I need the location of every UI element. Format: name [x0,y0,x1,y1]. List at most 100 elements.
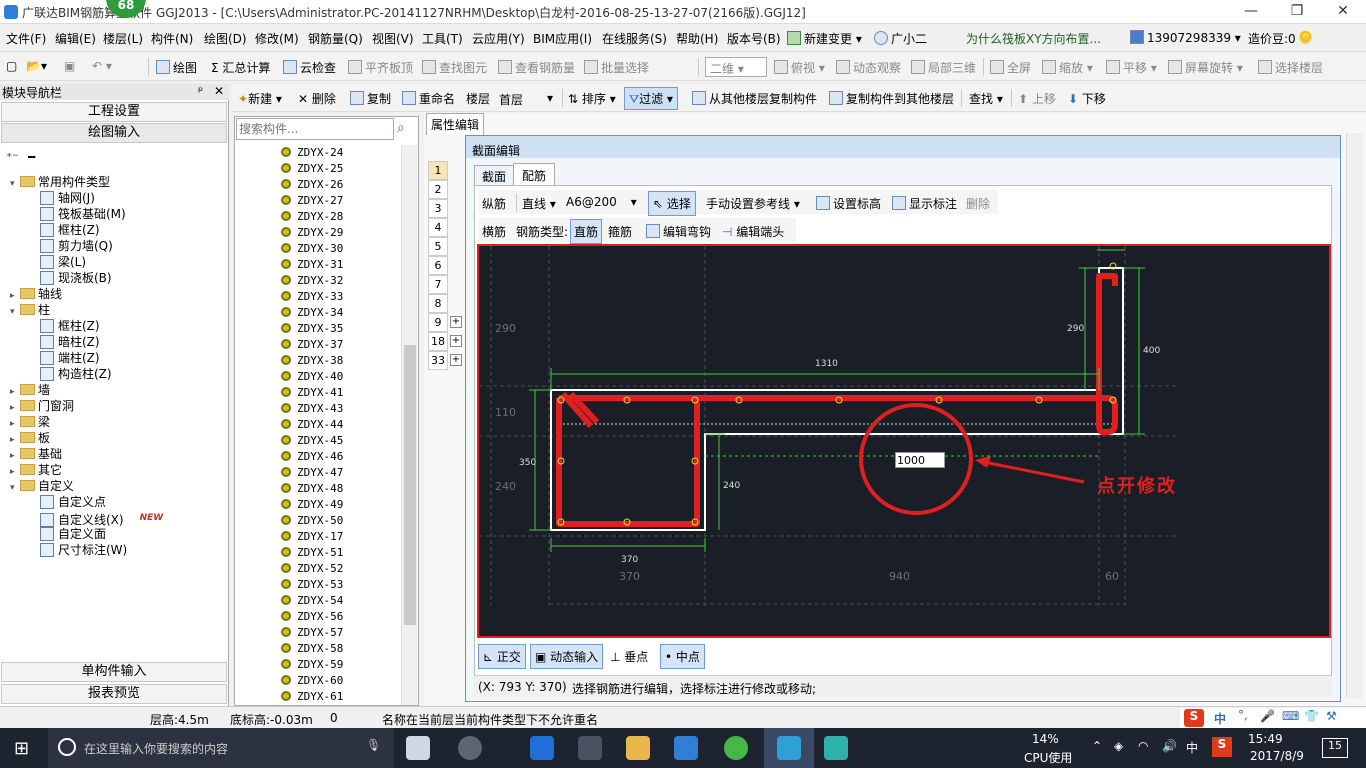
view-rebar-button[interactable]: 查看钢筋量 [498,59,575,76]
new-change-button[interactable]: 新建变更 ▾ [787,30,862,47]
search-icon[interactable]: ⌕ [397,120,405,136]
expand-toggle-icon[interactable]: ▾ [10,480,20,496]
taskbar-search[interactable]: 在这里输入你要搜索的内容 🎙 [48,728,394,768]
tree-item[interactable]: 剪力墙(Q) [6,238,226,254]
list-item[interactable]: ZDYX-40 [281,369,343,385]
sogou-icon[interactable]: S [1184,709,1204,727]
property-row-number[interactable]: 3 [428,199,448,218]
ime-lang[interactable]: 中 [1214,710,1226,727]
rebar-path[interactable] [556,273,1118,527]
list-item[interactable]: ZDYX-49 [281,497,343,513]
menu-edit[interactable]: 编辑(E) [55,30,96,47]
tab-property-edit[interactable]: 属性编辑 [426,113,485,135]
tree-item[interactable]: ▸ 墙 [6,382,226,398]
property-row-number[interactable]: 33 [428,351,448,370]
price-bean[interactable]: 造价豆:0 [1248,30,1296,47]
zoom-button[interactable]: 缩放 ▾ [1042,59,1093,76]
stirrup-button[interactable]: 箍筋 [608,223,632,240]
tree-item[interactable]: 框柱(Z) [6,318,226,334]
tree-item[interactable]: 轴网(J) [6,190,226,206]
tree-item[interactable]: ▸ 门窗洞 [6,398,226,414]
report-preview-button[interactable]: 报表预览 [1,684,227,704]
tree-item[interactable]: ▸ 基础 [6,446,226,462]
new-file-icon[interactable]: ▢ [6,59,17,73]
menu-file[interactable]: 文件(F) [6,30,46,47]
list-item[interactable]: ZDYX-46 [281,449,343,465]
property-row-number[interactable]: 8 [428,294,448,313]
set-elevation-button[interactable]: 设置标高 [816,195,881,212]
move-down-button[interactable]: ⬇ 下移 [1068,90,1106,107]
list-item[interactable]: ZDYX-53 [281,577,343,593]
menu-tools[interactable]: 工具(T) [422,30,463,47]
move-up-button[interactable]: ⬆ 上移 [1018,90,1056,107]
glodon-g-icon[interactable] [674,736,698,760]
list-item[interactable]: ZDYX-35 [281,321,343,337]
dim-350[interactable]: 350 [519,458,536,468]
windows-start-icon[interactable]: ⊞ [14,738,29,759]
list-item[interactable]: ZDYX-51 [281,545,343,561]
midpoint-snap[interactable]: • 中点 [660,644,705,669]
list-item[interactable]: ZDYX-33 [281,289,343,305]
find-button[interactable]: 查找 ▾ [969,90,1003,107]
draw-button[interactable]: 绘图 [156,59,197,76]
transverse-label[interactable]: 横筋 [482,223,506,240]
property-row-number[interactable]: 9 [428,313,448,332]
edge-icon[interactable] [530,736,554,760]
draw-input-button[interactable]: 绘图输入 [1,123,227,143]
list-item[interactable]: ZDYX-38 [281,353,343,369]
menu-component[interactable]: 构件(N) [151,30,193,47]
flat-slab-button[interactable]: 平齐板顶 [348,59,413,76]
list-item[interactable]: ZDYX-31 [281,257,343,273]
menu-floor[interactable]: 楼层(L) [103,30,143,47]
list-item[interactable]: ZDYX-61 [281,689,343,705]
list-item[interactable]: ZDYX-54 [281,593,343,609]
list-item[interactable]: ZDYX-52 [281,561,343,577]
menu-draw[interactable]: 绘图(D) [204,30,247,47]
tray-up-icon[interactable]: ⌃ [1092,739,1102,753]
list-item[interactable]: ZDYX-27 [281,193,343,209]
assistant-button[interactable]: 广小二 [874,30,927,47]
app-swirl-icon[interactable] [458,736,482,760]
dim-290[interactable]: 290 [1067,324,1084,334]
list-item[interactable]: ZDYX-34 [281,305,343,321]
tree-item[interactable]: 暗柱(Z) [6,334,226,350]
tree-item[interactable]: 自定义点 [6,494,226,510]
straight-rebar-button[interactable]: 直筋 [570,219,603,244]
delete-rebar-button[interactable]: 删除 [966,195,990,212]
property-row-number[interactable]: 6 [428,256,448,275]
expand-toggle-icon[interactable]: ▾ [10,304,20,320]
list-item[interactable]: ZDYX-28 [281,209,343,225]
select-floor-button[interactable]: 选择楼层 [1258,59,1323,76]
single-input-button[interactable]: 单构件输入 [1,662,227,682]
tree-item[interactable]: 现浇板(B) [6,270,226,286]
dim-1310[interactable]: 1310 [815,359,838,369]
skin-icon[interactable]: 👕 [1304,709,1319,723]
list-item[interactable]: ZDYX-50 [281,513,343,529]
tree-item[interactable]: ▸ 板 [6,430,226,446]
longitudinal-label[interactable]: 纵筋 [482,195,506,212]
minimize-button[interactable]: — [1228,0,1274,24]
dynamic-view-button[interactable]: 动态观察 [836,59,901,76]
list-scrollbar[interactable] [401,145,418,705]
open-file-icon[interactable]: 📂▾ [26,59,47,73]
menu-modify[interactable]: 修改(M) [255,30,299,47]
tree-item[interactable]: 筏板基础(M) [6,206,226,222]
list-item[interactable]: ZDYX-37 [281,337,343,353]
expand-all-icon[interactable]: ⁺⁻ [6,150,19,164]
list-item[interactable]: ZDYX-26 [281,177,343,193]
list-item[interactable]: ZDYX-57 [281,625,343,641]
file-explorer-icon[interactable] [626,736,650,760]
list-item[interactable]: ZDYX-41 [281,385,343,401]
wifi-icon[interactable]: ◠ [1138,739,1148,753]
tree-item[interactable]: ▾ 自定义 [6,478,226,494]
menu-version[interactable]: 版本号(B) [727,30,781,47]
property-row-number[interactable]: 18 [428,332,448,351]
tree-item[interactable]: ▾ 常用构件类型 [6,174,226,190]
volume-icon[interactable]: 🔊 [1162,739,1177,753]
menu-bim[interactable]: BIM应用(I) [533,30,592,47]
batch-select-button[interactable]: 批量选择 [584,59,649,76]
show-dims-button[interactable]: 显示标注 [892,195,957,212]
store-icon[interactable] [578,736,602,760]
dim-370[interactable]: 370 [621,555,638,565]
dynamic-input-toggle[interactable]: ▣ 动态输入 [530,644,604,669]
